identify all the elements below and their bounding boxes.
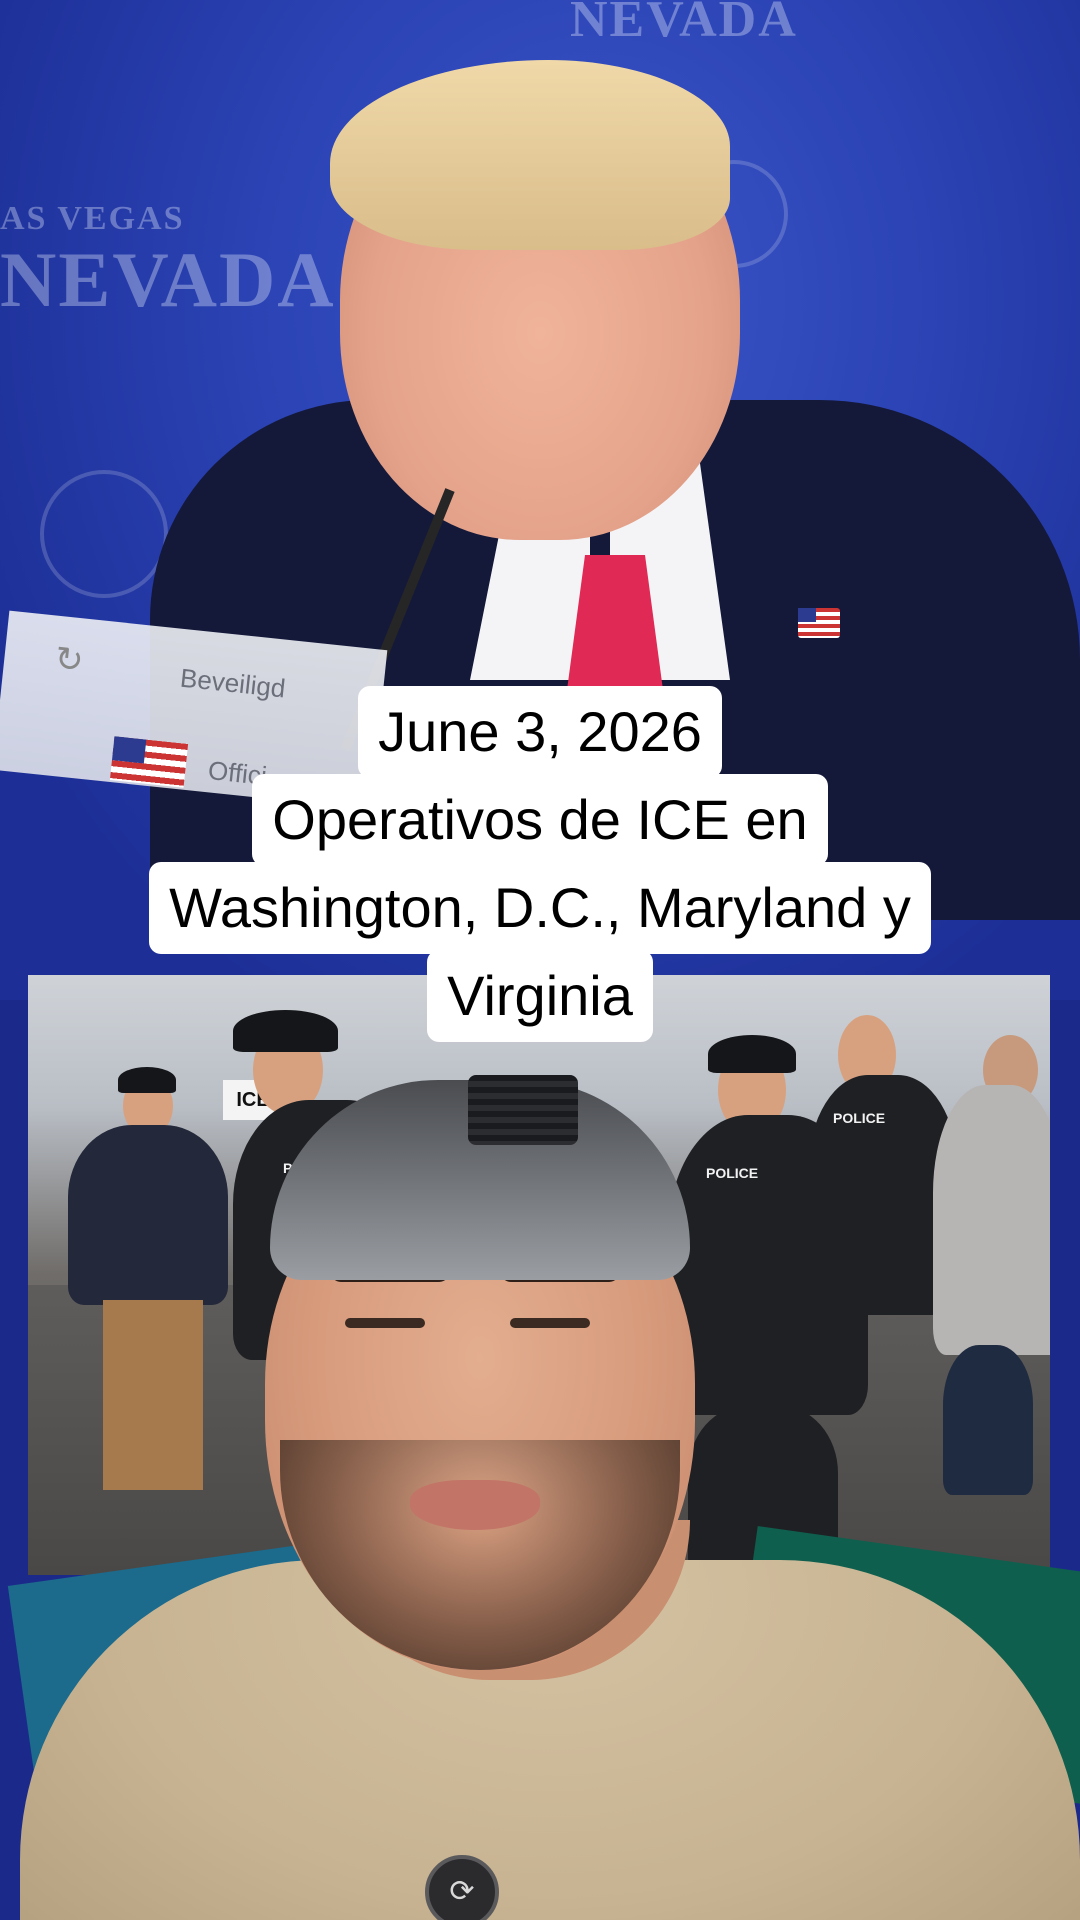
- caption-line-3: Washington, D.C., Maryland y: [149, 862, 931, 954]
- officer-cap: [118, 1067, 176, 1093]
- protester: [933, 1085, 1050, 1355]
- presenter-eye: [510, 1318, 590, 1328]
- reload-icon: ↻: [53, 639, 86, 681]
- mic-clip-icon: ⟳: [425, 1855, 499, 1920]
- police-badge-text: POLICE: [833, 1110, 886, 1126]
- officer-pants: [103, 1300, 203, 1490]
- flag-patch-icon: [468, 1075, 578, 1145]
- caption-line-date: June 3, 2026: [358, 686, 722, 778]
- flag-pin-icon: [798, 608, 840, 638]
- presenter-eye: [345, 1318, 425, 1328]
- seal-emblem: [40, 470, 168, 598]
- backdrop-text-left-small: AS VEGAS: [0, 200, 185, 237]
- officer: [68, 1125, 228, 1305]
- caption-overlay: June 3, 2026 Operativos de ICE en Washin…: [0, 686, 1080, 1042]
- video-frame: NEVADA AS VEGAS NEVADA ↻ Beveiligd Offic…: [0, 0, 1080, 1920]
- protester-legs: [943, 1345, 1033, 1495]
- caption-line-4: Virginia: [427, 950, 653, 1042]
- presenter-lips: [410, 1480, 540, 1530]
- backdrop-text-top: NEVADA: [570, 0, 798, 48]
- police-badge-text: POLICE: [706, 1165, 759, 1181]
- caption-line-2: Operativos de ICE en: [252, 774, 828, 866]
- backdrop-text-left-large: NEVADA: [0, 236, 336, 323]
